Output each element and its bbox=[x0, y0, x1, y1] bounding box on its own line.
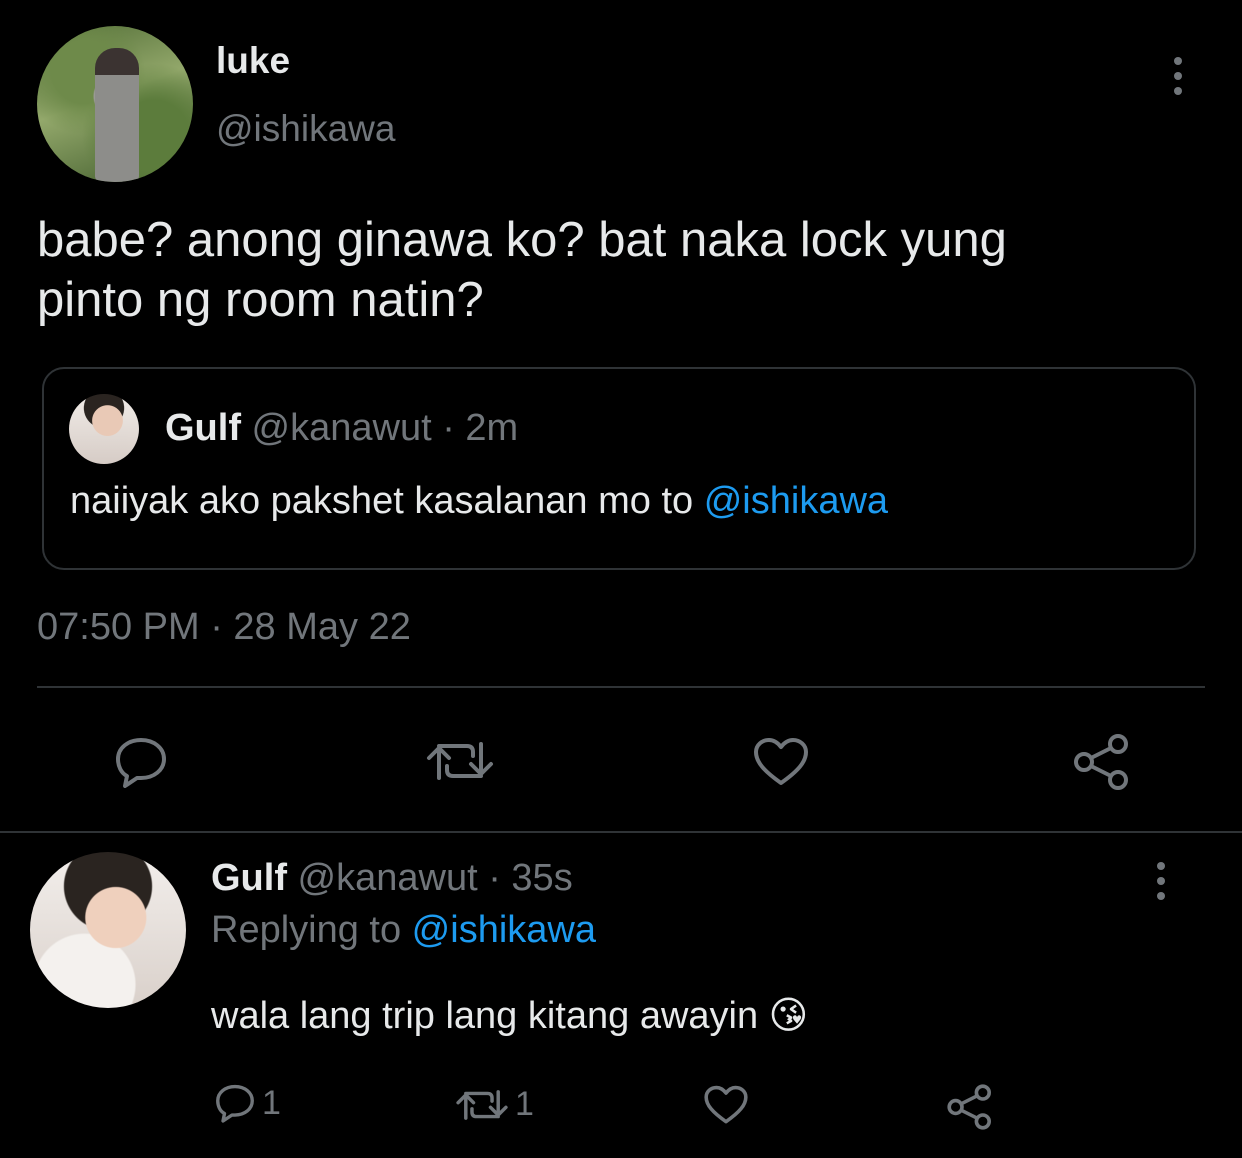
tweet-timestamp[interactable]: 07:50 PM · 28 May 22 bbox=[37, 606, 411, 649]
quoted-tweet-text: naiiyak ako pakshet kasalanan mo to @ish… bbox=[70, 480, 888, 523]
retweet-icon bbox=[427, 742, 493, 780]
reply-button[interactable]: 1 bbox=[214, 1083, 281, 1123]
like-button[interactable] bbox=[703, 1085, 749, 1125]
reply-author-handle-time[interactable]: @kanawut · 35s bbox=[298, 857, 573, 899]
quoted-mention-link[interactable]: @ishikawa bbox=[704, 480, 888, 522]
quoted-author-avatar bbox=[69, 394, 139, 464]
reply-tweet-header: Gulf @kanawut · 35s bbox=[211, 857, 573, 900]
reply-count: 1 bbox=[262, 1083, 281, 1122]
more-icon[interactable] bbox=[1174, 57, 1182, 95]
more-icon[interactable] bbox=[1157, 862, 1165, 900]
share-button[interactable] bbox=[946, 1083, 994, 1131]
reply-author-name[interactable]: Gulf bbox=[211, 857, 287, 899]
heart-icon bbox=[754, 738, 808, 785]
share-button[interactable] bbox=[1072, 732, 1132, 792]
reply-author-avatar[interactable] bbox=[30, 852, 186, 1008]
share-icon bbox=[947, 1084, 991, 1130]
quoted-author-name: Gulf bbox=[165, 407, 241, 449]
reply-text-body: wala lang trip lang kitang awayin bbox=[211, 995, 759, 1037]
retweet-count: 1 bbox=[515, 1085, 534, 1123]
retweet-button[interactable] bbox=[425, 738, 495, 784]
replying-to: Replying to @ishikawa bbox=[211, 909, 596, 952]
replying-to-label: Replying to bbox=[211, 909, 412, 951]
reply-icon bbox=[216, 1084, 254, 1123]
author-handle[interactable]: @ishikawa bbox=[216, 108, 395, 150]
retweet-icon bbox=[456, 1089, 508, 1120]
kiss-emoji-icon: 😘 bbox=[768, 995, 809, 1037]
reply-icon bbox=[116, 738, 166, 788]
like-button[interactable] bbox=[752, 737, 810, 787]
author-avatar[interactable] bbox=[37, 26, 193, 182]
share-icon bbox=[1074, 734, 1128, 790]
replying-to-mention[interactable]: @ishikawa bbox=[412, 909, 596, 951]
tweet-text-line: babe? anong ginawa ko? bat naka lock yun… bbox=[37, 213, 1007, 267]
tweet-text-line: pinto ng room natin? bbox=[37, 273, 484, 327]
retweet-button[interactable]: 1 bbox=[455, 1085, 534, 1124]
quoted-tweet-header: Gulf @kanawut · 2m bbox=[165, 407, 518, 450]
tweet-text: babe? anong ginawa ko? bat naka lock yun… bbox=[37, 210, 1007, 330]
quoted-author-handle-time: @kanawut · 2m bbox=[251, 407, 519, 449]
reply-button[interactable] bbox=[113, 736, 169, 788]
author-display-name[interactable]: luke bbox=[216, 40, 290, 82]
divider bbox=[37, 686, 1205, 688]
heart-icon bbox=[704, 1085, 748, 1124]
divider bbox=[0, 831, 1242, 833]
quoted-text-body: naiiyak ako pakshet kasalanan mo to bbox=[70, 480, 704, 522]
quoted-tweet-card[interactable] bbox=[42, 367, 1196, 570]
reply-tweet-text: wala lang trip lang kitang awayin 😘 bbox=[211, 993, 808, 1038]
